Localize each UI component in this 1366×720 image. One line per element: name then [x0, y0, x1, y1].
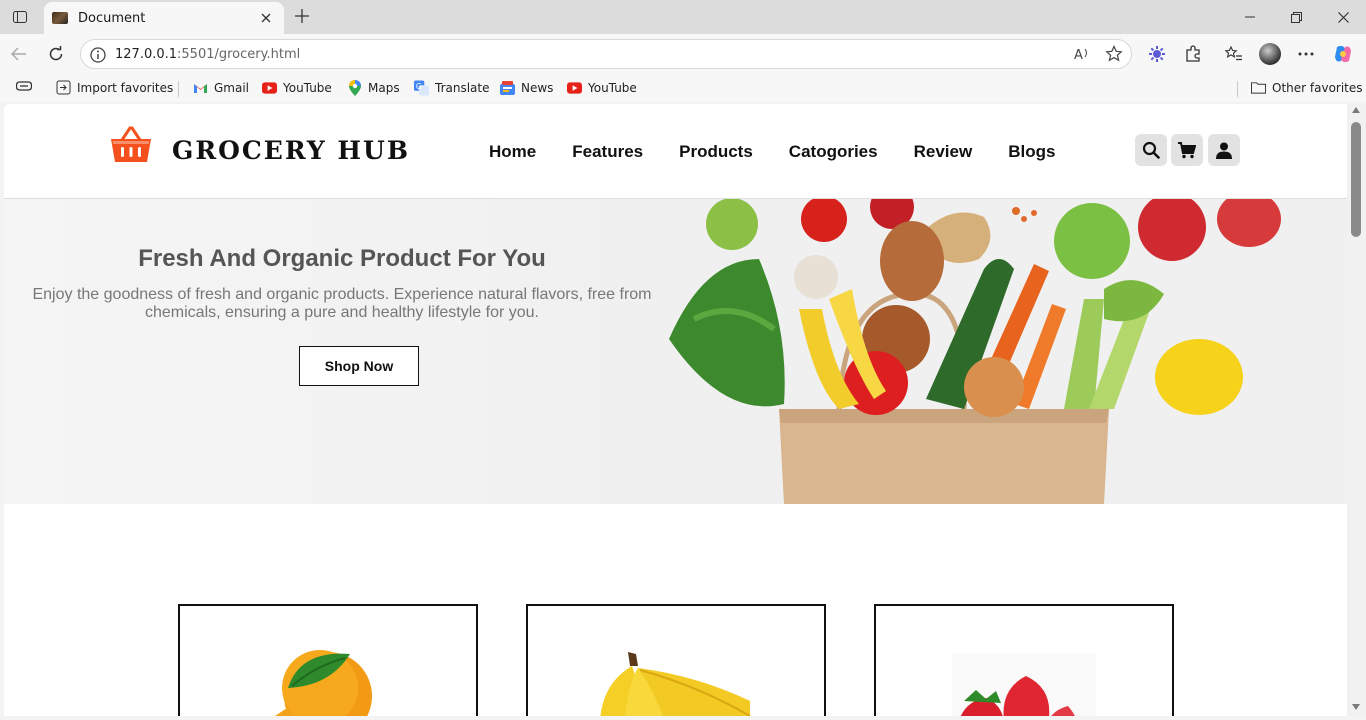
close-tab-icon[interactable] [258, 10, 274, 26]
tab-actions-icon[interactable] [8, 6, 32, 28]
nav-home[interactable]: Home [489, 142, 536, 162]
nav-review[interactable]: Review [914, 142, 973, 162]
bookmarks-toggle-icon[interactable] [16, 80, 32, 92]
bookmark-gmail[interactable]: Gmail [193, 80, 249, 95]
close-window-icon[interactable] [1333, 7, 1353, 27]
svg-text:A: A [1074, 48, 1083, 63]
youtube-icon [262, 80, 277, 95]
import-icon [56, 80, 71, 95]
browser-toolbar: 127.0.0.1:5501/grocery.html A [0, 34, 1366, 74]
cart-icon [1178, 141, 1196, 158]
other-favorites-folder[interactable]: Other favorites [1251, 80, 1363, 95]
extensions-puzzle-icon[interactable] [1182, 43, 1204, 65]
restore-icon[interactable] [1286, 7, 1306, 27]
new-tab-icon[interactable] [292, 6, 312, 26]
copilot-icon[interactable] [1332, 43, 1354, 65]
favorites-list-icon[interactable] [1223, 43, 1245, 65]
nav-features[interactable]: Features [572, 142, 643, 162]
tab-favicon-icon [52, 12, 68, 24]
bookmarks-bar: Import favorites Gmail YouTube Maps G Tr… [0, 74, 1366, 102]
url-host: 127.0.0.1 [115, 47, 178, 62]
nav-blogs[interactable]: Blogs [1008, 142, 1055, 162]
hero-title: Fresh And Organic Product For You [138, 245, 546, 272]
site-logo-text[interactable]: GROCERY HUB [172, 136, 410, 165]
scroll-thumb[interactable] [1351, 122, 1361, 237]
bookmark-youtube-2[interactable]: YouTube [567, 80, 637, 95]
folder-icon [1251, 80, 1266, 95]
site-info-icon[interactable] [89, 46, 107, 64]
bookmark-youtube[interactable]: YouTube [262, 80, 332, 95]
user-icon [1216, 142, 1232, 159]
product-card-strawberry[interactable] [874, 604, 1174, 716]
banana-image [528, 606, 824, 716]
bookmark-divider [1237, 81, 1238, 97]
bookmark-label: Translate [435, 80, 490, 95]
news-icon [500, 80, 515, 95]
bookmark-divider [178, 81, 179, 97]
favorite-star-icon[interactable] [1105, 45, 1123, 68]
gmail-icon [193, 80, 208, 95]
product-card-banana[interactable] [526, 604, 826, 716]
orange-image [180, 606, 476, 716]
profile-avatar[interactable] [1259, 43, 1281, 65]
hero-description: Enjoy the goodness of fresh and organic … [32, 286, 652, 321]
user-button[interactable] [1208, 134, 1240, 166]
refresh-icon[interactable] [45, 43, 67, 65]
minimize-icon[interactable] [1240, 7, 1260, 27]
more-menu-icon[interactable] [1295, 43, 1317, 65]
site-header: GROCERY HUB Home Features Products Catog… [4, 104, 1347, 199]
bookmark-import-favorites[interactable]: Import favorites [56, 80, 173, 95]
strawberry-image [876, 606, 1172, 716]
other-favorites-label: Other favorites [1272, 80, 1363, 95]
address-bar[interactable]: 127.0.0.1:5501/grocery.html A [80, 39, 1132, 69]
nav-products[interactable]: Products [679, 142, 753, 162]
hero-groceries-image [664, 199, 1347, 504]
nav-categories[interactable]: Catogories [789, 142, 878, 162]
tab-title: Document [78, 10, 146, 26]
page-viewport: GROCERY HUB Home Features Products Catog… [4, 104, 1347, 716]
shop-now-button[interactable]: Shop Now [299, 346, 419, 386]
browser-tab-bar: Document [0, 0, 1366, 34]
browser-tab[interactable]: Document [44, 2, 284, 34]
translate-icon: G [414, 80, 429, 95]
bookmark-label: YouTube [588, 80, 637, 95]
svg-text:G: G [416, 81, 422, 90]
bookmark-label: Gmail [214, 80, 250, 95]
main-nav: Home Features Products Catogories Review… [489, 142, 1055, 162]
hero-section: Fresh And Organic Product For You Enjoy … [4, 199, 1347, 504]
bookmark-label: YouTube [283, 80, 332, 95]
youtube-icon [567, 80, 582, 95]
search-button[interactable] [1135, 134, 1167, 166]
url-path: :5501/grocery.html [177, 47, 301, 62]
scroll-up-icon[interactable] [1352, 107, 1360, 113]
extension-gear-icon[interactable] [1146, 43, 1168, 65]
read-aloud-icon[interactable]: A [1073, 45, 1091, 68]
bookmark-label: Import favorites [77, 80, 174, 95]
back-icon[interactable] [8, 43, 30, 65]
scroll-down-icon[interactable] [1352, 704, 1360, 710]
product-card-orange[interactable] [178, 604, 478, 716]
bookmark-label: News [521, 80, 554, 95]
page-scrollbar[interactable] [1347, 104, 1366, 716]
basket-logo-icon[interactable] [110, 126, 152, 164]
maps-icon [347, 79, 362, 96]
bookmark-maps[interactable]: Maps [347, 79, 400, 96]
search-icon [1142, 141, 1160, 159]
bookmark-news[interactable]: News [500, 80, 553, 95]
bookmark-label: Maps [368, 80, 400, 95]
cart-button[interactable] [1171, 134, 1203, 166]
bookmark-translate[interactable]: G Translate [414, 80, 490, 95]
url-text: 127.0.0.1:5501/grocery.html [115, 47, 300, 62]
